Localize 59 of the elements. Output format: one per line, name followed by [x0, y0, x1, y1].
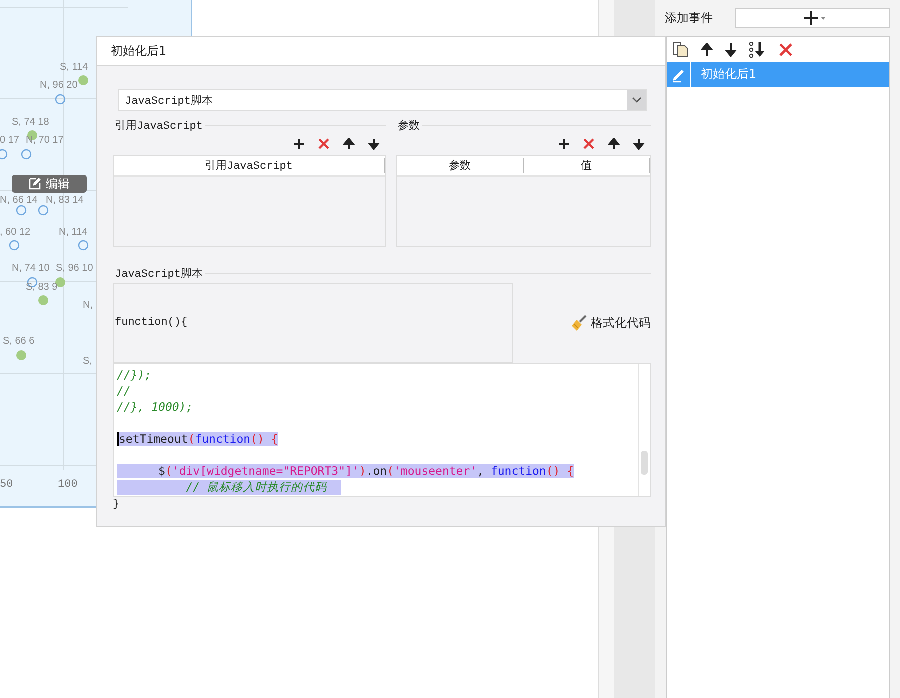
point-label: N, 74 10	[12, 263, 50, 274]
section-title: JavaScript脚本	[114, 267, 204, 280]
code-line: //});	[117, 368, 152, 382]
arrow-up-icon[interactable]	[701, 42, 713, 56]
axis-label: 100	[58, 479, 78, 491]
code-header: function(){	[114, 317, 188, 329]
format-code-button[interactable]: 格式化代码	[571, 314, 651, 332]
scrollbar[interactable]	[638, 364, 650, 496]
add-icon[interactable]	[558, 138, 570, 150]
section-title: 参数	[397, 119, 420, 132]
point-label: S, 66 6	[3, 336, 35, 347]
point-label: S, 74 18	[12, 117, 50, 128]
data-point	[16, 350, 26, 360]
delete-icon[interactable]	[583, 138, 595, 150]
chevron-down-icon	[632, 97, 642, 103]
arrow-up-icon[interactable]	[343, 138, 355, 150]
column-header[interactable]: 值	[524, 158, 650, 173]
data-point	[38, 294, 48, 306]
data-point	[8, 240, 20, 250]
code-editor[interactable]: //}); // //}, 1000); setTimeout(function() { $('div[widgetname="REPORT3"]').on('mouseenter', function() { // 鼠标移入时执行的代码	[113, 363, 651, 497]
point-label: N, 96 20	[40, 80, 78, 91]
point-label: N, 66 14	[0, 195, 38, 206]
add-dropdown-icon	[804, 11, 826, 25]
data-point	[78, 74, 88, 86]
scroll-thumb[interactable]	[641, 451, 648, 475]
delete-icon[interactable]	[779, 42, 793, 56]
edit-button[interactable]: 编辑	[12, 175, 87, 193]
data-point	[16, 204, 26, 216]
code-line: //	[117, 384, 131, 398]
point-label: 0 17	[0, 135, 20, 146]
delete-icon[interactable]	[318, 138, 330, 150]
point-label: N, 114	[59, 227, 88, 238]
data-point	[38, 204, 48, 216]
edit-icon	[29, 178, 41, 190]
column-header[interactable]: 参数	[397, 158, 524, 173]
arrow-up-icon[interactable]	[608, 138, 620, 150]
arrow-down-icon[interactable]	[368, 138, 380, 150]
add-event-label: 添加事件	[665, 10, 714, 26]
axis-label: 50	[0, 479, 14, 491]
add-icon[interactable]	[293, 138, 305, 150]
point-label: N,	[83, 300, 93, 311]
dialog-title: 初始化后1	[111, 42, 167, 60]
move-to-bottom-icon[interactable]	[749, 42, 767, 58]
script-type-select[interactable]: JavaScript脚本	[118, 89, 647, 111]
point-label: S, 114	[60, 62, 88, 73]
section-title: 引用JavaScript	[114, 119, 204, 132]
data-point	[78, 240, 88, 250]
data-point	[20, 148, 32, 160]
point-label: , 60 12	[0, 227, 31, 238]
code-line: //}, 1000);	[117, 400, 194, 414]
broom-icon	[571, 315, 587, 331]
point-label: S,	[83, 356, 92, 367]
point-label: S, 96 10	[56, 263, 94, 274]
arrow-down-icon[interactable]	[633, 138, 645, 150]
code-footer: }	[113, 497, 651, 511]
copy-icon[interactable]	[673, 42, 689, 58]
arrow-down-icon[interactable]	[725, 42, 737, 56]
point-label: N, 83 14	[46, 195, 84, 206]
data-point	[54, 94, 66, 104]
